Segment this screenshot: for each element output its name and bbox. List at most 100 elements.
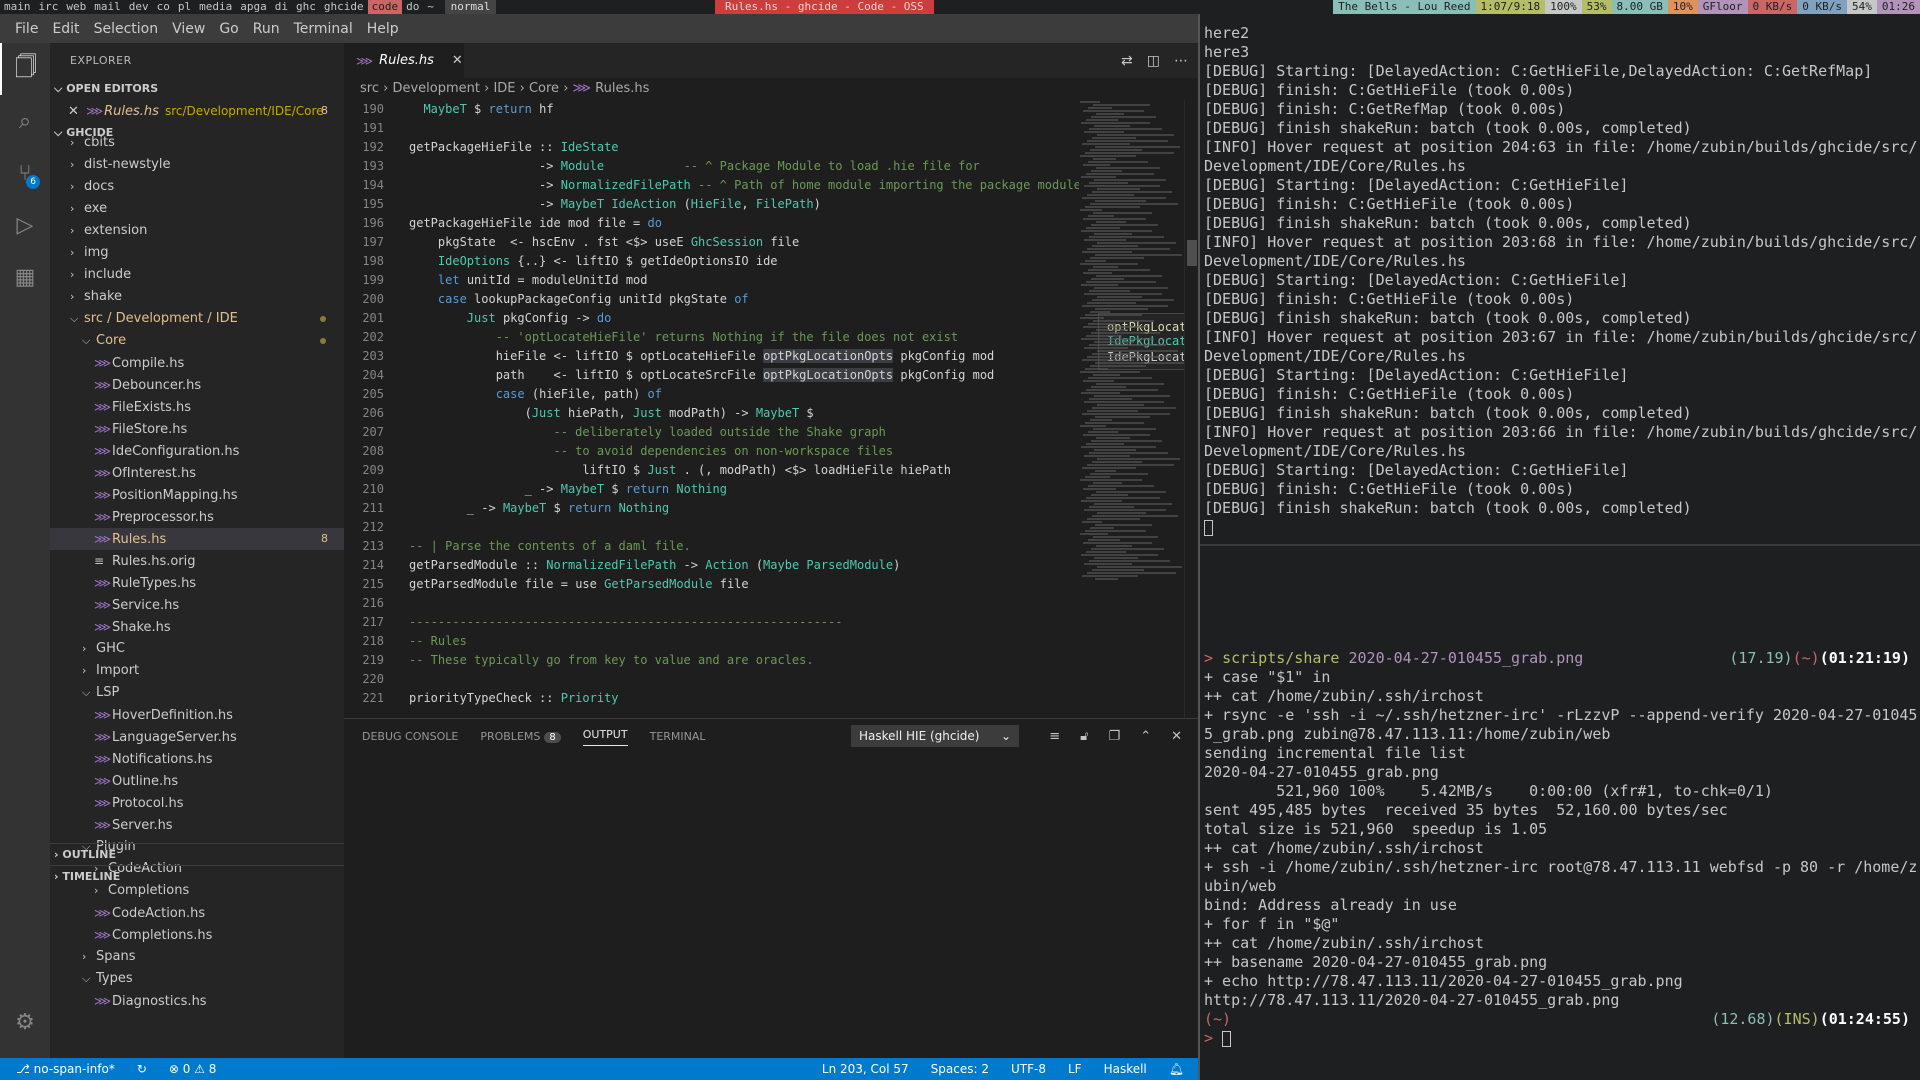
copy-icon[interactable]: ❐	[1109, 729, 1121, 744]
close-icon[interactable]: ✕	[1171, 729, 1182, 744]
tree-item[interactable]: › Import	[50, 660, 344, 682]
menu-selection[interactable]: Selection	[87, 21, 166, 37]
code-view[interactable]: 190 MaybeT $ return hf 191 192 getPackageHi…	[344, 100, 1079, 718]
workspace-co[interactable]: co	[153, 0, 174, 14]
tree-item[interactable]: ⋙RuleTypes.hs	[50, 572, 344, 594]
code-line[interactable]: 216	[344, 594, 1079, 613]
code-line[interactable]: 202 -- 'optLocateHieFile' returns Nothin…	[344, 328, 1079, 347]
workspace-list[interactable]: main irc web mail dev co pl media apga di ghc ghcid…	[0, 0, 438, 14]
workspace-dev[interactable]: dev	[125, 0, 153, 14]
panel-tab-problems[interactable]: PROBLEMS 8	[480, 730, 561, 743]
workspace-pl[interactable]: pl	[174, 0, 195, 14]
code-line[interactable]: 220	[344, 670, 1079, 689]
compare-icon[interactable]: ⇄	[1121, 53, 1133, 69]
panel-tab-terminal[interactable]: TERMINAL	[650, 730, 706, 743]
panel-tab-output[interactable]: OUTPUT	[582, 728, 628, 746]
tree-item[interactable]: ⋙Protocol.hs	[50, 792, 344, 814]
open-editor-item[interactable]: ✕ ⋙Rules.hs src/Development/IDE/Core 8	[50, 100, 344, 122]
tree-item[interactable]: ⋙LanguageServer.hs	[50, 726, 344, 748]
output-channel-select[interactable]: Haskell HIE (ghcide) ⌄	[851, 725, 1019, 747]
gear-icon[interactable]: ⚙	[0, 996, 50, 1048]
tree-item[interactable]: ⋙Outline.hs	[50, 770, 344, 792]
code-line[interactable]: 219 -- These typically go from key to val…	[344, 651, 1079, 670]
tree-item[interactable]: ⋙Server.hs	[50, 814, 344, 836]
editor-scrollbar[interactable]	[1184, 100, 1198, 718]
code-line[interactable]: 206 (Just hiePath, Just modPath) -> Mayb…	[344, 404, 1079, 423]
workspace-main[interactable]: main	[0, 0, 35, 14]
terminal-pane-top[interactable]: here2 here3 [DEBUG] Starting: [DelayedActi…	[1204, 24, 1918, 552]
cursor-position[interactable]: Ln 203, Col 57	[822, 1058, 909, 1080]
workspace-ghcide[interactable]: ghcide	[320, 0, 368, 14]
tree-item[interactable]: ⋙Preprocessor.hs	[50, 506, 344, 528]
workspace-mail[interactable]: mail	[90, 0, 125, 14]
problems-summary[interactable]: ⊗ 0 ⚠ 8	[169, 1058, 217, 1080]
code-line[interactable]: 218 -- Rules	[344, 632, 1079, 651]
lock-icon[interactable]: 🔓︎	[1080, 729, 1088, 744]
menu-run[interactable]: Run	[246, 21, 287, 37]
tab-rules-hs[interactable]: ⋙ Rules.hs ✕	[344, 43, 464, 78]
breadcrumb-item[interactable]: Rules.hs	[595, 81, 649, 96]
tree-item[interactable]: › img	[50, 242, 344, 264]
code-line[interactable]: 190 MaybeT $ return hf	[344, 100, 1079, 119]
code-line[interactable]: 207 -- deliberately loaded outside the S…	[344, 423, 1079, 442]
code-line[interactable]: 213 -- | Parse the contents of a daml fil…	[344, 537, 1079, 556]
menu-terminal[interactable]: Terminal	[287, 21, 360, 37]
tree-item[interactable]: ⋙Rules.hs 8	[50, 528, 344, 550]
tree-item[interactable]: ⋙FileStore.hs	[50, 418, 344, 440]
minimap[interactable]	[1080, 100, 1184, 718]
breadcrumb-item[interactable]: IDE	[493, 81, 515, 96]
split-editor-icon[interactable]: ◫	[1147, 53, 1160, 69]
code-line[interactable]: 198 IdeOptions {..} <- liftIO $ getIdeOp…	[344, 252, 1079, 271]
code-line[interactable]: 211 _ -> MaybeT $ return Nothing	[344, 499, 1079, 518]
close-icon[interactable]: ✕	[68, 101, 82, 123]
code-line[interactable]: 212	[344, 518, 1079, 537]
code-line[interactable]: 203 hieFile <- liftIO $ optLocateHieFile…	[344, 347, 1079, 366]
pane-divider[interactable]	[1200, 544, 1920, 546]
code-line[interactable]: 217 -------------------------------------…	[344, 613, 1079, 632]
language-mode[interactable]: Haskell	[1104, 1058, 1147, 1080]
menu-view[interactable]: View	[165, 21, 212, 37]
code-line[interactable]: 209 liftIO $ Just . (, modPath) <$> load…	[344, 461, 1079, 480]
code-line[interactable]: 214 getParsedModule :: NormalizedFilePath…	[344, 556, 1079, 575]
tree-item[interactable]: ⌵ Types	[50, 968, 344, 990]
terminal-window[interactable]: here2 here3 [DEBUG] Starting: [DelayedActi…	[1198, 14, 1920, 1080]
clear-output-icon[interactable]: ≡	[1049, 729, 1060, 744]
chevron-up-icon[interactable]: ⌃	[1140, 729, 1151, 744]
code-line[interactable]: 193 -> Module -- ^ Package Module to loa…	[344, 157, 1079, 176]
workspace-code[interactable]: code	[367, 0, 403, 14]
tree-item[interactable]: › GHC	[50, 638, 344, 660]
tree-item[interactable]: › cbits	[50, 132, 344, 154]
menu-edit[interactable]: Edit	[45, 21, 86, 37]
tree-item[interactable]: ⋙Service.hs	[50, 594, 344, 616]
bell-icon[interactable]: 🔔︎	[1169, 1058, 1184, 1080]
menu-file[interactable]: File	[8, 21, 45, 37]
workspace-~[interactable]: ~	[423, 0, 438, 14]
more-icon[interactable]: ⋯	[1174, 53, 1188, 69]
code-line[interactable]: 196 getPackageHieFile ide mod file = do	[344, 214, 1079, 233]
breadcrumb-item[interactable]: Core	[529, 81, 559, 96]
tree-item[interactable]: ⋙OfInterest.hs	[50, 462, 344, 484]
prompt-input-line[interactable]: >	[1204, 1029, 1918, 1048]
workspace-irc[interactable]: irc	[35, 0, 63, 14]
extensions-icon[interactable]: ▦	[0, 251, 50, 303]
workspace-media[interactable]: media	[195, 0, 236, 14]
workspace-apga[interactable]: apga	[236, 0, 271, 14]
tree-item[interactable]: ⌵ LSP	[50, 682, 344, 704]
tree-item[interactable]: ⋙CodeAction.hs	[50, 902, 344, 924]
menu-help[interactable]: Help	[360, 21, 406, 37]
workspace-ghc[interactable]: ghc	[292, 0, 320, 14]
code-line[interactable]: 210 _ -> MaybeT $ return Nothing	[344, 480, 1079, 499]
indentation[interactable]: Spaces: 2	[931, 1058, 989, 1080]
open-editors-header[interactable]: ⌵ OPEN EDITORS	[50, 78, 344, 100]
tree-item[interactable]: › Spans	[50, 946, 344, 968]
workspace-web[interactable]: web	[62, 0, 90, 14]
tree-item[interactable]: ≡ Rules.hs.orig	[50, 550, 344, 572]
panel-tab-debug-console[interactable]: DEBUG CONSOLE	[362, 730, 458, 743]
code-line[interactable]: 195 -> MaybeT IdeAction (HieFile, FilePa…	[344, 195, 1079, 214]
code-line[interactable]: 221 priorityTypeCheck :: Priority	[344, 689, 1079, 708]
code-line[interactable]: 197 pkgState <- hscEnv . fst <$> useE Gh…	[344, 233, 1079, 252]
tree-item[interactable]: ⌵ Core	[50, 330, 344, 352]
search-icon[interactable]: ⌕	[0, 95, 50, 147]
terminal-pane-bottom[interactable]: > scripts/share 2020-04-27-010455_grab.p…	[1204, 649, 1918, 1079]
tree-item[interactable]: ⋙Diagnostics.hs	[50, 990, 344, 1012]
